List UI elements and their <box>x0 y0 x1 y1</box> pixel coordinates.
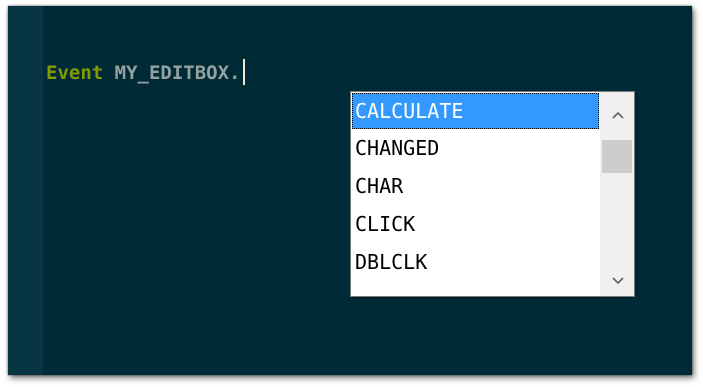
code-line[interactable]: Event MY_EDITBOX. <box>46 58 245 88</box>
autocomplete-item-char[interactable]: CHAR <box>351 167 601 205</box>
autocomplete-item-click[interactable]: CLICK <box>351 205 601 243</box>
autocomplete-list[interactable]: CALCULATE CHANGED CHAR CLICK DBLCLK <box>351 92 601 296</box>
autocomplete-popup[interactable]: CALCULATE CHANGED CHAR CLICK DBLCLK <box>350 91 635 297</box>
code-editor[interactable]: Event MY_EDITBOX. CALCULATE CHANGED CHAR… <box>43 6 692 375</box>
text-caret <box>242 59 245 85</box>
editor-window: Event MY_EDITBOX. CALCULATE CHANGED CHAR… <box>8 6 692 375</box>
identifier-text: MY_EDITBOX. <box>114 62 241 84</box>
scrollbar-thumb[interactable] <box>602 140 632 173</box>
autocomplete-item-calculate[interactable]: CALCULATE <box>352 93 599 129</box>
autocomplete-item-changed[interactable]: CHANGED <box>351 129 601 167</box>
chevron-down-icon[interactable] <box>601 264 634 296</box>
autocomplete-item-dblclk[interactable]: DBLCLK <box>351 243 601 281</box>
keyword-event: Event <box>46 62 104 84</box>
vertical-scrollbar[interactable] <box>600 92 634 296</box>
chevron-up-icon[interactable] <box>601 98 634 130</box>
line-gutter <box>8 6 43 375</box>
